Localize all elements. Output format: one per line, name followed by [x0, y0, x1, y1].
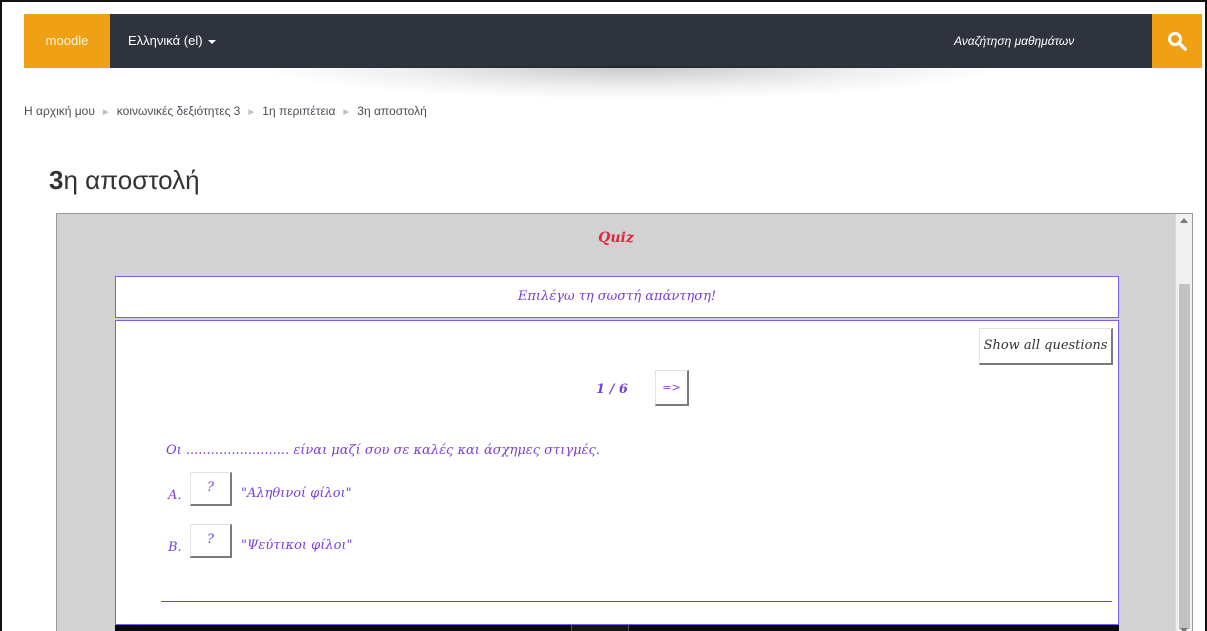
option-b-text: "Ψεύτικοι φίλοι"	[241, 538, 353, 553]
media-control-segment[interactable]	[571, 625, 629, 631]
question-panel: Show all questions 1 / 6 => Οι .........…	[115, 320, 1119, 625]
breadcrumb-section[interactable]: 1η περιπέτεια	[262, 104, 335, 118]
breadcrumb: Η αρχική μου ► κοινωνικές δεξιότητες 3 ► 1η …	[24, 104, 427, 118]
page-title: 3η αποστολή	[49, 165, 200, 196]
scroll-up-arrow-icon[interactable]	[1180, 218, 1188, 223]
caret-down-icon	[207, 39, 216, 44]
next-question-button[interactable]: =>	[655, 370, 689, 406]
page-title-text: η αποστολή	[63, 165, 200, 195]
language-label: Ελληνικά (el)	[128, 33, 203, 48]
course-search-label[interactable]: Αναζήτηση μαθημάτων	[954, 14, 1134, 68]
option-a-letter: A.	[168, 488, 182, 503]
option-a-button[interactable]: ?	[190, 472, 232, 506]
breadcrumb-separator: ►	[341, 107, 352, 118]
breadcrumb-separator: ►	[246, 107, 257, 118]
question-text: Οι ......................... είναι μαζί …	[166, 443, 600, 458]
option-b-button[interactable]: ?	[190, 524, 232, 558]
browser-frame: moodle Ελληνικά (el) Αναζήτηση μαθημάτων…	[0, 0, 1207, 631]
quiz-activity-frame: Quiz Επιλέγω τη σωστή απάντηση! Show all…	[56, 213, 1193, 631]
frame-scrollbar[interactable]	[1175, 214, 1192, 631]
search-icon	[1168, 32, 1187, 51]
language-menu[interactable]: Ελληνικά (el)	[128, 14, 216, 68]
moodle-logo[interactable]: moodle	[24, 14, 110, 68]
show-all-questions-button[interactable]: Show all questions	[979, 328, 1113, 365]
option-a-text: "Αληθινοί φίλοι"	[241, 486, 352, 501]
breadcrumb-course[interactable]: κοινωνικές δεξιότητες 3	[117, 104, 241, 118]
breadcrumb-current[interactable]: 3η αποστολή	[357, 104, 427, 118]
search-button[interactable]	[1152, 14, 1202, 68]
question-counter: 1 / 6	[596, 382, 628, 397]
quiz-instruction: Επιλέγω τη σωστή απάντηση!	[115, 276, 1119, 318]
question-divider	[161, 601, 1112, 602]
breadcrumb-separator: ►	[100, 107, 111, 118]
scrollbar-thumb[interactable]	[1179, 284, 1190, 629]
media-controls-bar	[115, 625, 1119, 631]
top-navbar: moodle Ελληνικά (el) Αναζήτηση μαθημάτων	[24, 14, 1202, 68]
navbar-shadow	[252, 66, 1012, 100]
quiz-title: Quiz	[598, 230, 634, 246]
page-title-number: 3	[49, 165, 64, 195]
breadcrumb-home[interactable]: Η αρχική μου	[24, 104, 95, 118]
option-b-letter: B.	[168, 540, 182, 555]
